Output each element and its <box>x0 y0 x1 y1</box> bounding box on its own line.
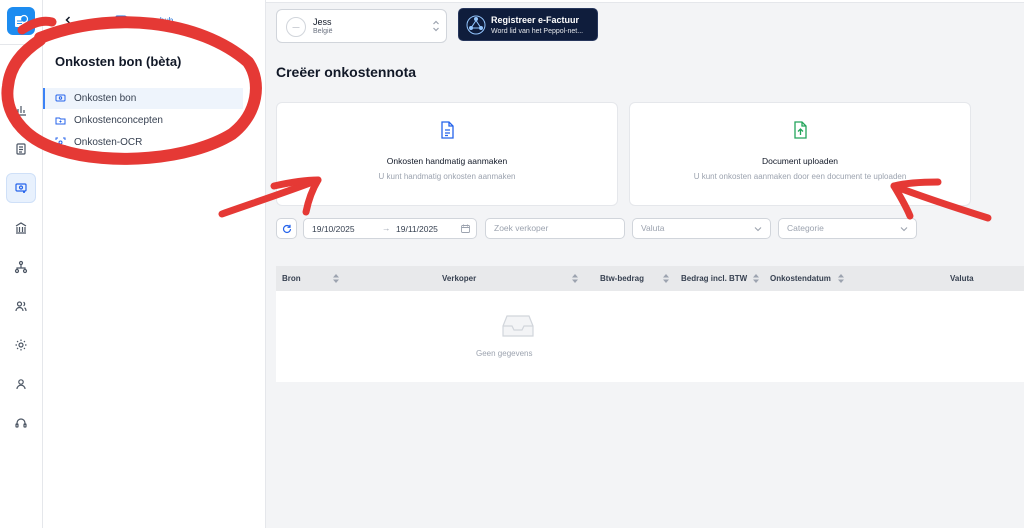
category-select[interactable]: Categorie <box>778 218 917 239</box>
sort-icon[interactable] <box>572 274 578 283</box>
chevron-down-icon <box>754 227 762 232</box>
brand-icon <box>115 15 128 26</box>
bank-icon[interactable] <box>6 213 36 243</box>
date-to: 19/11/2025 <box>396 224 438 234</box>
main-content: — Jess België Registreer e-Factuur Word … <box>266 0 1024 528</box>
sidebar-item-onkostenconcepten[interactable]: Onkostenconcepten <box>43 110 243 131</box>
sidebar-item-onkosten-bon[interactable]: Onkosten bon <box>43 88 243 109</box>
receipt-icon[interactable] <box>6 173 36 203</box>
receipt-icon <box>55 94 66 102</box>
top-bar <box>266 0 1024 3</box>
sidebar-item-label: Onkosten bon <box>74 93 137 104</box>
peppol-banner-title: Registreer e-Factuur <box>491 15 580 25</box>
sort-icon[interactable] <box>753 274 759 283</box>
peppol-network-icon <box>465 14 487 41</box>
network-icon[interactable] <box>6 252 36 282</box>
empty-inbox-icon <box>502 313 534 344</box>
sidebar-item-label: Onkosten-OCR <box>74 137 143 148</box>
refresh-icon <box>282 224 291 233</box>
empty-state-text: Geen gegevens <box>476 349 533 358</box>
card-title: Onkosten handmatig aanmaken <box>386 156 508 166</box>
secondary-sidebar: efactuurhub Onkosten bon (bèta) Onkosten… <box>43 0 266 528</box>
company-name: Jess <box>313 17 332 27</box>
user-icon[interactable] <box>6 369 36 399</box>
sidebar-title: Onkosten bon (bèta) <box>55 54 182 69</box>
calendar-icon <box>461 224 470 235</box>
headset-icon[interactable] <box>6 408 36 438</box>
folder-icon <box>55 117 66 125</box>
peppol-banner-subtitle: Word lid van het Peppol-net... <box>491 28 584 35</box>
column-header-onkostendatum[interactable]: Onkostendatum <box>770 274 831 283</box>
manual-expense-card[interactable]: Onkosten handmatig aanmaken U kunt handm… <box>276 102 618 206</box>
peppol-register-banner[interactable]: Registreer e-Factuur Word lid van het Pe… <box>458 8 598 41</box>
card-subtitle: U kunt onkosten aanmaken door een docume… <box>693 172 907 181</box>
seller-search-input[interactable]: Zoek verkoper <box>485 218 625 239</box>
brand-name: efactuurhub <box>131 15 174 25</box>
column-header-bron[interactable]: Bron <box>282 274 301 283</box>
document-icon[interactable] <box>6 134 36 164</box>
chevron-updown-icon <box>432 19 440 38</box>
sort-icon[interactable] <box>838 274 844 283</box>
table-header: Bron Verkoper Btw-bedrag Bedrag incl. BT… <box>276 266 1024 291</box>
column-header-btw-bedrag[interactable]: Btw-bedrag <box>600 274 644 283</box>
users-icon[interactable] <box>6 291 36 321</box>
company-switcher[interactable]: — Jess België <box>276 9 447 43</box>
document-icon <box>439 121 455 144</box>
sidebar-item-onkosten-ocr[interactable]: Onkosten-OCR <box>43 132 243 153</box>
page-title: Creëer onkostennota <box>276 64 417 80</box>
column-header-verkoper[interactable]: Verkoper <box>442 274 476 283</box>
refresh-button[interactable] <box>276 218 297 239</box>
date-range-separator: → <box>382 223 391 233</box>
icon-rail <box>0 0 43 528</box>
chevron-left-icon <box>65 16 71 24</box>
currency-placeholder: Valuta <box>641 223 665 233</box>
sort-icon[interactable] <box>663 274 669 283</box>
scan-icon <box>55 137 66 148</box>
chart-icon[interactable] <box>6 95 36 125</box>
sidebar-item-label: Onkostenconcepten <box>74 115 163 126</box>
currency-select[interactable]: Valuta <box>632 218 771 239</box>
sort-icon[interactable] <box>333 274 339 283</box>
date-from: 19/10/2025 <box>312 224 355 234</box>
upload-document-card[interactable]: Document uploaden U kunt onkosten aanmak… <box>629 102 971 206</box>
category-placeholder: Categorie <box>787 223 824 233</box>
card-subtitle: U kunt handmatig onkosten aanmaken <box>378 172 516 181</box>
logo-icon <box>15 14 29 27</box>
expenses-table: Bron Verkoper Btw-bedrag Bedrag incl. BT… <box>276 266 1024 382</box>
chevron-down-icon <box>900 227 908 232</box>
upload-icon <box>792 121 808 144</box>
company-country: België <box>313 28 333 35</box>
date-range-picker[interactable]: 19/10/2025 → 19/11/2025 <box>303 218 477 239</box>
column-header-valuta[interactable]: Valuta <box>950 274 974 283</box>
gear-icon[interactable] <box>6 330 36 360</box>
company-avatar: — <box>286 17 306 37</box>
column-header-bedrag-incl-btw[interactable]: Bedrag incl. BTW <box>681 274 747 283</box>
app-logo[interactable] <box>7 7 35 35</box>
back-button[interactable] <box>59 11 77 29</box>
card-title: Document uploaden <box>761 156 839 166</box>
brand-logo: efactuurhub <box>115 14 173 26</box>
